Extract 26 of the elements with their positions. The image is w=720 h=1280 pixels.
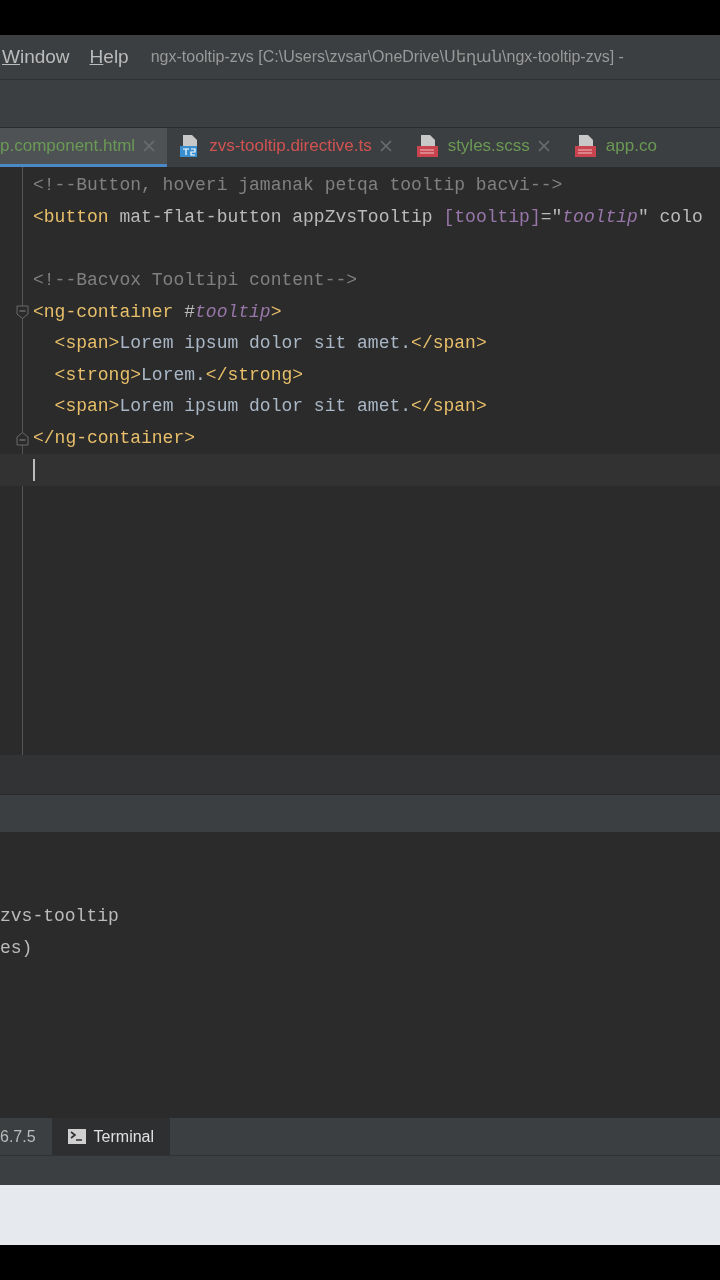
fold-icon[interactable] [16,431,29,446]
code-line: </ng-container> [33,427,196,451]
terminal-line: es) [0,937,34,960]
code-line: <ng-container #tooltip> [33,300,282,324]
close-icon[interactable] [537,140,550,152]
editor-tab[interactable]: styles.scss [403,128,562,167]
code-line: <strong>Lorem.</strong> [53,363,304,387]
editor-tab[interactable]: app.co [561,128,669,167]
menu-item[interactable]: Help [89,42,129,72]
terminal-line: zvs-tooltip [0,905,120,928]
window-title: ngx-tooltip-zvs [C:\Users\zvsar\OneDrive\Սեղան\ngx-tooltip-zvs] - [150,47,624,68]
terminal-icon [67,1129,86,1144]
tool-window-tab[interactable]: 6.7.5 [0,1118,52,1155]
text-cursor [33,459,35,482]
sass-file-icon [573,134,598,158]
code-line: <span>Lorem ipsum dolor sit amet.</span> [53,395,487,419]
code-line: <button mat-flat-button appZvsTooltip [tooltip]="tooltip" colo [33,205,703,229]
code-line: <!--Bacvox Tooltipi content--> [33,269,358,293]
code-line: <span>Lorem ipsum dolor sit amet.</span> [53,332,487,356]
menu-item[interactable]: Window [2,42,70,72]
code-line: <!--Button, hoveri jamanak petqa tooltip bacvi--> [33,174,563,198]
fold-icon[interactable] [16,305,29,320]
sass-file-icon [415,134,440,158]
close-icon[interactable] [143,140,156,152]
tool-window-tab[interactable]: Terminal [51,1118,171,1155]
close-icon[interactable] [379,140,392,152]
